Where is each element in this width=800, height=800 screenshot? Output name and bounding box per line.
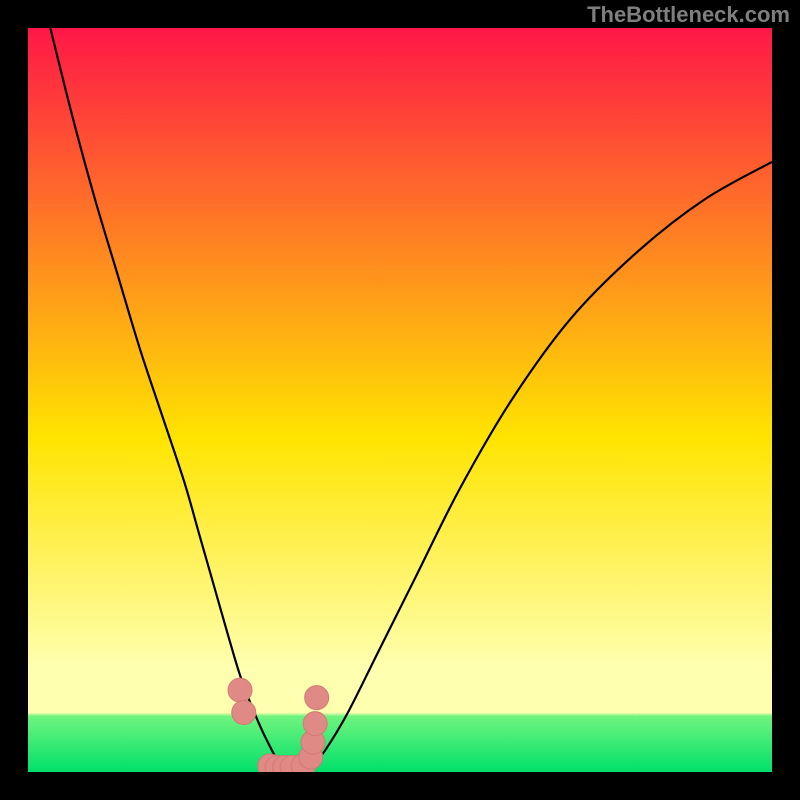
watermark-text: TheBottleneck.com <box>587 2 790 28</box>
gradient-bg <box>28 28 772 772</box>
plot-area <box>28 28 772 772</box>
chart-svg <box>28 28 772 772</box>
marker-dot <box>232 700 256 724</box>
chart-frame: TheBottleneck.com <box>0 0 800 800</box>
marker-dot <box>305 686 329 710</box>
marker-dot <box>228 678 252 702</box>
marker-dot <box>303 712 327 736</box>
